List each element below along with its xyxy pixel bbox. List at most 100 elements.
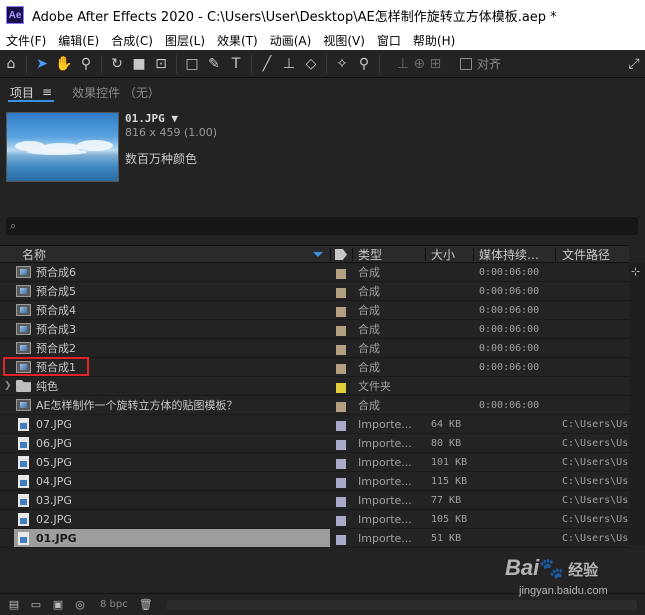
snap-toggle[interactable]: 对齐 [460, 55, 501, 72]
label-color-cell[interactable] [336, 491, 346, 509]
type-icon[interactable]: T [225, 53, 247, 75]
project-item-row[interactable]: 预合成3 合成 0:00:06:00 [0, 320, 629, 339]
item-name-cell[interactable]: 03.JPG [14, 491, 330, 509]
axis-mode-icons[interactable]: ⊥ ⊕ ⊞ [384, 53, 454, 75]
project-item-row[interactable]: 预合成2 合成 0:00:06:00 [0, 339, 629, 358]
menu-effect[interactable]: 效果(T) [211, 32, 264, 49]
brush-icon[interactable]: ╱ [256, 53, 278, 75]
item-name-cell[interactable]: 01.JPG [14, 529, 330, 547]
label-color-cell[interactable] [336, 434, 346, 452]
label-color-cell[interactable] [336, 415, 346, 433]
project-item-row[interactable]: 02.JPG Importe... 105 KB C:\Users\Us [0, 510, 629, 529]
project-item-row[interactable]: 01.JPG Importe... 51 KB C:\Users\Us [0, 529, 629, 548]
item-name: 01.JPG [36, 531, 77, 545]
vertical-scrollbar[interactable] [629, 263, 645, 545]
col-type[interactable]: 类型 [358, 246, 382, 263]
new-folder-icon[interactable]: ▭ [26, 597, 46, 613]
col-size[interactable]: 大小 [431, 246, 455, 263]
project-item-row[interactable]: 预合成5 合成 0:00:06:00 [0, 282, 629, 301]
menu-help[interactable]: 帮助(H) [407, 32, 461, 49]
sort-descending-icon[interactable] [313, 252, 323, 257]
label-color-cell[interactable] [336, 282, 346, 300]
label-color-cell[interactable] [336, 453, 346, 471]
new-composition-icon[interactable]: ▣ [48, 597, 68, 613]
item-name-cell[interactable]: 05.JPG [14, 453, 330, 471]
project-search-input[interactable]: ⌕ [6, 217, 638, 235]
rectangle-icon[interactable]: □ [181, 53, 203, 75]
menu-layer[interactable]: 图层(L) [159, 32, 211, 49]
item-name-cell[interactable]: 预合成6 [14, 263, 330, 281]
item-name-cell[interactable]: 07.JPG [14, 415, 330, 433]
project-item-row[interactable]: 07.JPG Importe... 64 KB C:\Users\Us [0, 415, 629, 434]
col-name[interactable]: 名称 [22, 246, 46, 263]
snap-checkbox[interactable] [460, 57, 472, 70]
label-color-cell[interactable] [336, 529, 346, 547]
project-settings-icon[interactable]: ◎ [70, 597, 90, 613]
panel-menu-icon[interactable]: ≡ [42, 85, 52, 99]
menu-view[interactable]: 视图(V) [317, 32, 371, 49]
label-tag-icon[interactable] [335, 249, 347, 260]
tab-effect-controls[interactable]: 效果控件 （无） [62, 78, 170, 106]
label-color-cell[interactable] [336, 301, 346, 319]
camera-icon[interactable]: ■ [128, 53, 150, 75]
label-color-cell[interactable] [336, 320, 346, 338]
label-color-cell[interactable] [336, 510, 346, 528]
trash-icon[interactable]: 🗑 [136, 597, 156, 613]
tools-toolbar: ⌂ ➤ ✋ ⚲ ↻ ■ ⊡ □ ✎ T ╱ ⊥ ◇ ✧ ⚲ ⊥ ⊕ ⊞ 对齐 ⤢ [0, 50, 645, 78]
project-item-row[interactable]: 03.JPG Importe... 77 KB C:\Users\Us [0, 491, 629, 510]
expand-icon[interactable]: ⤢ [623, 53, 645, 75]
item-name-cell[interactable]: 预合成2 [14, 339, 330, 357]
label-color-cell[interactable] [336, 339, 346, 357]
project-item-row[interactable]: 预合成6 合成 0:00:06:00 [0, 263, 629, 282]
item-path: C:\Users\Us [562, 494, 629, 506]
item-name-cell[interactable]: 纯色 [14, 377, 330, 395]
item-name-cell[interactable]: AE怎样制作一个旋转立方体的贴图模板？ [14, 396, 330, 414]
bit-depth-button[interactable]: 8 bpc [100, 599, 128, 610]
label-color-cell[interactable] [336, 377, 346, 395]
label-swatch [336, 269, 346, 279]
selection-arrow-icon[interactable]: ➤ [31, 53, 53, 75]
project-item-row[interactable]: ❯ 纯色 文件夹 [0, 377, 629, 396]
project-item-row[interactable]: 04.JPG Importe... 115 KB C:\Users\Us [0, 472, 629, 491]
project-item-row[interactable]: 05.JPG Importe... 101 KB C:\Users\Us [0, 453, 629, 472]
hand-icon[interactable]: ✋ [53, 53, 75, 75]
pan-behind-icon[interactable]: ⊡ [150, 53, 172, 75]
eraser-icon[interactable]: ◇ [300, 53, 322, 75]
menu-window[interactable]: 窗口 [371, 32, 407, 49]
menu-animation[interactable]: 动画(A) [264, 32, 318, 49]
item-name-cell[interactable]: 预合成5 [14, 282, 330, 300]
tab-project[interactable]: 项目 ≡ [0, 78, 62, 106]
interpret-footage-icon[interactable]: ▤ [4, 597, 24, 613]
project-item-row[interactable]: 预合成4 合成 0:00:06:00 [0, 301, 629, 320]
item-name-cell[interactable]: 预合成3 [14, 320, 330, 338]
label-color-cell[interactable] [336, 263, 346, 281]
menu-composition[interactable]: 合成(C) [105, 32, 159, 49]
zoom-icon[interactable]: ⚲ [75, 53, 97, 75]
label-color-cell[interactable] [336, 358, 346, 376]
item-name-cell[interactable]: 04.JPG [14, 472, 330, 490]
col-duration[interactable]: 媒体持续… [479, 246, 539, 263]
item-name-cell[interactable]: 预合成1 [14, 358, 330, 376]
menu-edit[interactable]: 编辑(E) [52, 32, 105, 49]
menu-file[interactable]: 文件(F) [0, 32, 52, 49]
project-item-row[interactable]: 06.JPG Importe... 80 KB C:\Users\Us [0, 434, 629, 453]
home-icon[interactable]: ⌂ [0, 53, 22, 75]
item-type: 合成 [358, 323, 380, 336]
item-name-cell[interactable]: 06.JPG [14, 434, 330, 452]
project-item-row[interactable]: AE怎样制作一个旋转立方体的贴图模板？ 合成 0:00:06:00 [0, 396, 629, 415]
item-name-cell[interactable]: 02.JPG [14, 510, 330, 528]
rotate-icon[interactable]: ↻ [106, 53, 128, 75]
project-item-row[interactable]: 预合成1 合成 0:00:06:00 [0, 358, 629, 377]
pen-icon[interactable]: ✎ [203, 53, 225, 75]
label-color-cell[interactable] [336, 472, 346, 490]
item-name-cell[interactable]: 预合成4 [14, 301, 330, 319]
label-color-cell[interactable] [336, 396, 346, 414]
horizontal-scrollbar[interactable] [165, 599, 637, 610]
col-path[interactable]: 文件路径 [562, 246, 610, 263]
roto-brush-icon[interactable]: ✧ [331, 53, 353, 75]
preview-name[interactable]: 01.JPG ▼ [125, 112, 178, 125]
puppet-pin-icon[interactable]: ⚲ [353, 53, 375, 75]
expand-chevron-icon[interactable]: ❯ [4, 381, 12, 391]
flowchart-icon[interactable]: ⊹ [631, 265, 643, 278]
clone-stamp-icon[interactable]: ⊥ [278, 53, 300, 75]
